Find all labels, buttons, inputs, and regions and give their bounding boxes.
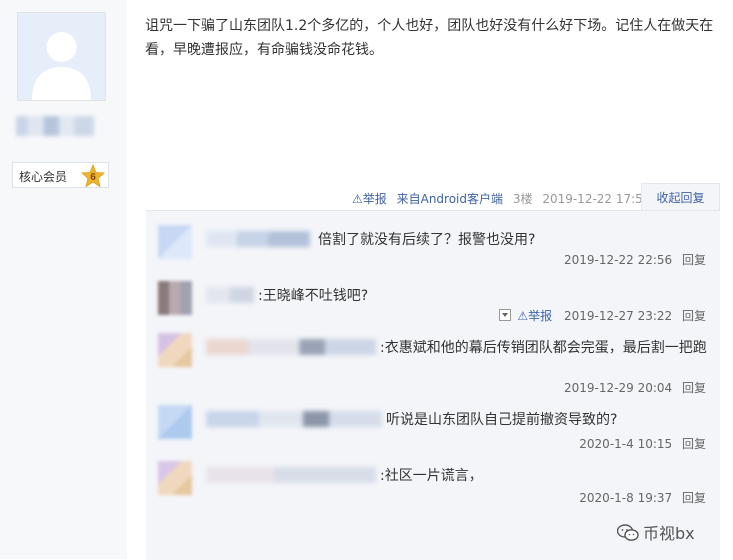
reply-meta: 2019-12-22 22:56 回复 xyxy=(564,251,706,268)
post-meta: ⚠举报 来自Android客户端 3楼 2019-12-22 17:53 xyxy=(352,190,650,207)
reply-time: 2020-1-8 19:37 xyxy=(579,491,673,505)
report-link[interactable]: ⚠举报 xyxy=(352,192,391,206)
reply-button[interactable]: 回复 xyxy=(682,437,706,451)
member-level: 6 xyxy=(90,172,96,183)
post-content: 诅咒一下骗了山东团队1.2个多亿的，个人也好，团队也好没有什么好下场。记住人在做… xyxy=(145,18,714,58)
reply-meta: 2020-1-4 10:15 回复 xyxy=(579,435,706,452)
reply-time: 2019-12-29 20:04 xyxy=(564,381,673,395)
floor-number: 3楼 xyxy=(512,192,533,206)
post-time: 2019-12-22 17:53 xyxy=(542,192,651,206)
dropdown-icon[interactable] xyxy=(498,309,511,321)
watermark-text: 币视bx xyxy=(643,524,695,543)
reply-button[interactable]: 回复 xyxy=(682,309,706,323)
reply-text: :衣惠斌和他的幕后传销团队都会完蛋，最后割一把跑 xyxy=(380,340,707,356)
reply-username-blurred[interactable] xyxy=(206,411,382,427)
reply-panel: 倍割了就没有后续了？报警也没用? 2019-12-22 22:56 回复 :王晓… xyxy=(146,210,720,560)
collapse-replies-button[interactable]: 收起回复 xyxy=(641,183,720,211)
reply-text: 倍割了就没有后续了？报警也没用? xyxy=(318,232,536,248)
wechat-icon xyxy=(616,524,639,546)
reply-button[interactable]: 回复 xyxy=(682,381,706,395)
reply-text: :社区一片谎言， xyxy=(380,468,483,484)
level-star-icon: 6 xyxy=(80,163,106,191)
reply-meta: 2019-12-29 20:04 回复 xyxy=(564,379,706,396)
watermark: 币视bx xyxy=(616,520,695,546)
reply-avatar[interactable] xyxy=(158,225,192,259)
reply-button[interactable]: 回复 xyxy=(682,253,706,267)
member-label: 核心会员 xyxy=(19,170,68,184)
reply-avatar[interactable] xyxy=(158,333,192,367)
client-source[interactable]: 来自Android客户端 xyxy=(397,192,503,206)
reply-avatar[interactable] xyxy=(158,281,192,315)
reply-button[interactable]: 回复 xyxy=(682,491,706,505)
reply-username-blurred[interactable] xyxy=(206,467,376,483)
reply-username-blurred[interactable] xyxy=(206,287,254,303)
user-avatar[interactable] xyxy=(17,12,106,101)
member-badge: 核心会员 6 xyxy=(12,162,109,188)
reply-username-blurred[interactable] xyxy=(206,231,310,247)
username-blurred xyxy=(16,116,94,136)
reply-time: 2020-1-4 10:15 xyxy=(579,437,673,451)
reply-time: 2019-12-22 22:56 xyxy=(564,253,673,267)
reply-meta: ⚠举报 2019-12-27 23:22 回复 xyxy=(498,307,706,324)
reply-avatar[interactable] xyxy=(158,461,192,495)
warning-icon: ⚠ xyxy=(352,192,363,206)
reply-text: :王晓峰不吐钱吧? xyxy=(258,288,369,304)
reply-meta: 2020-1-8 19:37 回复 xyxy=(579,489,706,506)
reply-avatar[interactable] xyxy=(158,405,192,439)
report-link[interactable]: ⚠举报 xyxy=(517,309,552,323)
reply-text: 听说是山东团队自己提前撤资导致的? xyxy=(386,412,618,428)
reply-username-blurred[interactable] xyxy=(206,339,376,355)
reply-time: 2019-12-27 23:22 xyxy=(564,309,673,323)
warning-icon: ⚠ xyxy=(517,309,529,323)
user-sidebar: 核心会员 6 xyxy=(0,0,127,559)
